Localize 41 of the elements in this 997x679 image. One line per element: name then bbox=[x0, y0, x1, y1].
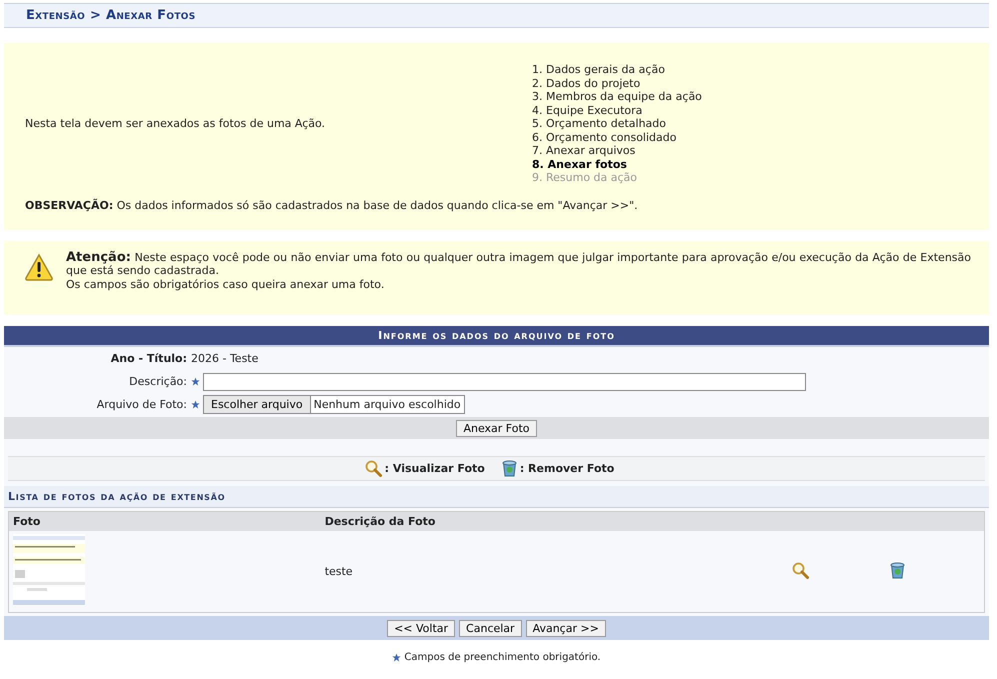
required-star-icon bbox=[392, 653, 402, 662]
step-item: 5. Orçamento detalhado bbox=[532, 117, 667, 130]
trash-icon[interactable] bbox=[890, 562, 906, 578]
field-label: Descrição: bbox=[128, 375, 188, 388]
attach-button[interactable]: Anexar Foto bbox=[456, 420, 537, 436]
magnifier-icon bbox=[364, 460, 382, 477]
form-caption: Informe os dados do arquivo de foto bbox=[4, 326, 989, 347]
note-text: OBSERVAÇÃO: Os dados informados só são cadastrados na base de dados quando clica-se em "Avançar >>". bbox=[25, 198, 639, 212]
legend-label: : Remover Foto bbox=[520, 462, 614, 475]
required-star-icon bbox=[191, 400, 200, 409]
choose-file-button[interactable]: Escolher arquivo bbox=[204, 396, 311, 413]
required-note: Campos de preenchimento obrigatório. bbox=[404, 652, 601, 663]
magnifier-icon[interactable] bbox=[792, 562, 810, 578]
warning-text: Atenção: Neste espaço você pode ou não enviar uma foto ou qualquer outra imagem que julgar importante para aprovação e/ou execução da Ação de Extensão que está sendo cadastrada. bbox=[66, 250, 971, 278]
breadcrumb: Extensão > Anexar Fotos bbox=[26, 8, 196, 23]
file-status: Nenhum arquivo escolhido bbox=[312, 397, 462, 413]
trash-icon bbox=[502, 460, 517, 477]
column-header: Descrição da Foto bbox=[320, 512, 788, 531]
field-value: 2026 - Teste bbox=[191, 352, 258, 365]
field-label: Arquivo de Foto: bbox=[96, 398, 188, 411]
column-header: Foto bbox=[9, 512, 321, 531]
nav-button[interactable]: << Voltar bbox=[387, 620, 456, 636]
nav-button[interactable]: Avançar >> bbox=[526, 620, 606, 636]
required-star-icon bbox=[191, 377, 200, 386]
table-cell: teste bbox=[320, 531, 788, 612]
warning-icon bbox=[24, 252, 54, 280]
step-item: 4. Equipe Executora bbox=[532, 104, 644, 117]
step-item: 1. Dados gerais da ação bbox=[532, 63, 666, 76]
intro-text: Nesta tela devem ser anexados as fotos de uma Ação. bbox=[25, 117, 326, 130]
step-item: 2. Dados do projeto bbox=[532, 76, 642, 90]
field-label: Ano - Título: bbox=[110, 352, 188, 365]
step-item: 9. Resumo da ação bbox=[532, 171, 638, 184]
step-item: 7. Anexar arquivos bbox=[532, 144, 636, 158]
nav-button[interactable]: Cancelar bbox=[459, 620, 522, 636]
list-caption: Lista de fotos da ação de extensão bbox=[4, 486, 989, 508]
step-item: 3. Membros da equipe da ação bbox=[532, 90, 702, 104]
legend-label: : Visualizar Foto bbox=[384, 462, 485, 475]
step-item: 8. Anexar fotos bbox=[532, 158, 628, 171]
warning-text: Os campos são obrigatórios caso queira anexar uma foto. bbox=[66, 278, 386, 291]
description-input[interactable] bbox=[203, 372, 806, 390]
step-item: 6. Orçamento consolidado bbox=[532, 130, 678, 144]
